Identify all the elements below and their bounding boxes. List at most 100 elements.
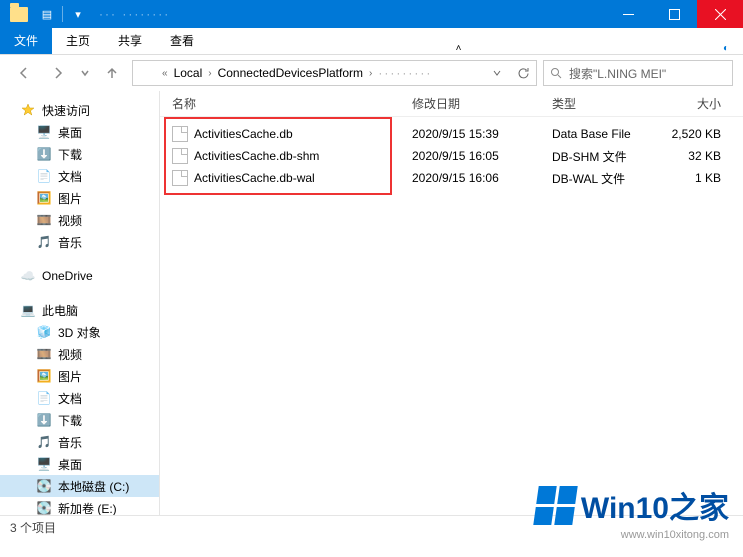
sidebar-item-pictures2[interactable]: 🖼️ 图片 (0, 365, 159, 387)
crumb-overflow[interactable]: « (159, 68, 171, 79)
file-size: 2,520 KB (650, 127, 743, 141)
recent-dropdown[interactable] (78, 60, 92, 86)
document-icon: 📄 (36, 168, 52, 184)
file-type: DB-WAL 文件 (540, 170, 650, 187)
sidebar-item-videos[interactable]: 🎞️视频 (0, 209, 159, 231)
label: 下载 (58, 146, 82, 163)
file-name: ActivitiesCache.db-shm (194, 149, 319, 163)
ribbon-collapse[interactable]: ˄ (442, 43, 476, 54)
sidebar-item-3d[interactable]: 🧊3D 对象 (0, 321, 159, 343)
refresh-button[interactable] (510, 61, 536, 85)
crumb-cdp[interactable]: ConnectedDevicesPlatform (215, 66, 366, 80)
chevron-icon[interactable]: › (205, 68, 214, 79)
chevron-icon[interactable]: › (366, 68, 375, 79)
label: 桌面 (58, 124, 82, 141)
pc-icon: 💻 (20, 302, 36, 318)
sidebar-onedrive[interactable]: ☁️ OneDrive (0, 265, 159, 287)
col-date[interactable]: 修改日期 (400, 95, 540, 112)
sidebar-item-drive-e[interactable]: 💽新加卷 (E:) (0, 497, 159, 515)
address-bar[interactable]: « Local › ConnectedDevicesPlatform › ···… (132, 60, 537, 86)
sidebar-item-downloads2[interactable]: ⬇️下载 (0, 409, 159, 431)
sidebar-item-music2[interactable]: 🎵音乐 (0, 431, 159, 453)
file-icon (172, 170, 188, 186)
label: 音乐 (58, 234, 82, 251)
sidebar-item-music[interactable]: 🎵音乐 (0, 231, 159, 253)
desktop-icon: 🖥️ (36, 124, 52, 140)
pictures-icon: 🖼️ (36, 368, 52, 384)
file-list: 名称 修改日期 类型 大小 ActivitiesCache.db 2020/9/… (160, 91, 743, 515)
label: 桌面 (58, 456, 82, 473)
folder-icon (10, 7, 28, 22)
item-count: 3 个项目 (10, 519, 56, 536)
file-icon (172, 126, 188, 142)
sidebar: 快速访问 🖥️ 桌面 ⬇️ 下载 📄 文档 🖼️ 图片 🎞️ 视频 🎵音乐 ☁️ OneDr… (0, 91, 160, 515)
download-icon: ⬇️ (36, 412, 52, 428)
forward-button[interactable] (44, 60, 72, 86)
qat-dropdown[interactable]: ▾ (67, 4, 89, 24)
document-icon: 📄 (36, 390, 52, 406)
tab-share[interactable]: 共享 (104, 28, 156, 54)
address-dropdown[interactable] (484, 61, 510, 85)
label: 图片 (58, 190, 82, 207)
sidebar-item-videos2[interactable]: 🎞️ 视频 (0, 343, 159, 365)
label: 文档 (58, 390, 82, 407)
video-icon: 🎞️ (36, 212, 52, 228)
sidebar-item-documents[interactable]: 📄文档 (0, 165, 159, 187)
file-icon (172, 148, 188, 164)
file-date: 2020/9/15 16:05 (400, 149, 540, 163)
crumb-local[interactable]: Local (171, 66, 206, 80)
label: 本地磁盘 (C:) (58, 478, 129, 495)
column-headers: 名称 修改日期 类型 大小 (160, 91, 743, 117)
maximize-button[interactable] (651, 0, 697, 28)
title-bar: ▤ ▾ ··· ········ (0, 0, 743, 28)
file-size: 32 KB (650, 149, 743, 163)
sidebar-item-drive-c[interactable]: 💽本地磁盘 (C:) (0, 475, 159, 497)
col-name[interactable]: 名称 (160, 95, 400, 112)
file-size: 1 KB (650, 171, 743, 185)
crumb-current[interactable]: ········· (375, 66, 435, 80)
qat-button[interactable]: ▤ (36, 4, 58, 24)
label: 音乐 (58, 434, 82, 451)
back-button[interactable] (10, 60, 38, 86)
col-size[interactable]: 大小 (650, 95, 743, 112)
label: 3D 对象 (58, 324, 101, 341)
file-name: ActivitiesCache.db-wal (194, 171, 315, 185)
status-bar: 3 个项目 (0, 515, 743, 539)
col-type[interactable]: 类型 (540, 95, 650, 112)
ribbon-help[interactable]: ◐ (709, 43, 743, 54)
tab-home[interactable]: 主页 (52, 28, 104, 54)
sidebar-this-pc[interactable]: 💻此电脑 (0, 299, 159, 321)
search-icon (550, 67, 563, 80)
file-row[interactable]: ActivitiesCache.db 2020/9/15 15:39 Data … (160, 123, 743, 145)
label: 视频 (58, 346, 82, 363)
download-icon: ⬇️ (36, 146, 52, 162)
search-box[interactable]: 搜索"L.NING MEI" (543, 60, 733, 86)
tab-file[interactable]: 文件 (0, 28, 52, 54)
sidebar-item-downloads[interactable]: ⬇️ 下载 (0, 143, 159, 165)
ribbon-tabs: 文件 主页 共享 查看 ˄ ◐ (0, 28, 743, 54)
desktop-icon: 🖥️ (36, 456, 52, 472)
video-icon: 🎞️ (36, 346, 52, 362)
up-button[interactable] (98, 60, 126, 86)
sidebar-item-desktop2[interactable]: 🖥️ 桌面 (0, 453, 159, 475)
sidebar-item-pictures[interactable]: 🖼️图片 (0, 187, 159, 209)
sidebar-item-desktop[interactable]: 🖥️ 桌面 (0, 121, 159, 143)
label: 图片 (58, 368, 82, 385)
label: OneDrive (42, 269, 93, 283)
file-row[interactable]: ActivitiesCache.db-wal 2020/9/15 16:06 D… (160, 167, 743, 189)
tab-view[interactable]: 查看 (156, 28, 208, 54)
nav-row: « Local › ConnectedDevicesPlatform › ···… (0, 55, 743, 91)
file-row[interactable]: ActivitiesCache.db-shm 2020/9/15 16:05 D… (160, 145, 743, 167)
file-type: DB-SHM 文件 (540, 148, 650, 165)
minimize-button[interactable] (605, 0, 651, 28)
sidebar-quick-access[interactable]: 快速访问 (0, 99, 159, 121)
label: 快速访问 (42, 102, 90, 119)
drive-icon: 💽 (36, 500, 52, 515)
file-type: Data Base File (540, 127, 650, 141)
cloud-icon: ☁️ (20, 268, 36, 284)
star-icon (20, 102, 36, 118)
search-placeholder: 搜索"L.NING MEI" (569, 65, 666, 82)
sidebar-item-documents2[interactable]: 📄 文档 (0, 387, 159, 409)
close-button[interactable] (697, 0, 743, 28)
file-name: ActivitiesCache.db (194, 127, 293, 141)
